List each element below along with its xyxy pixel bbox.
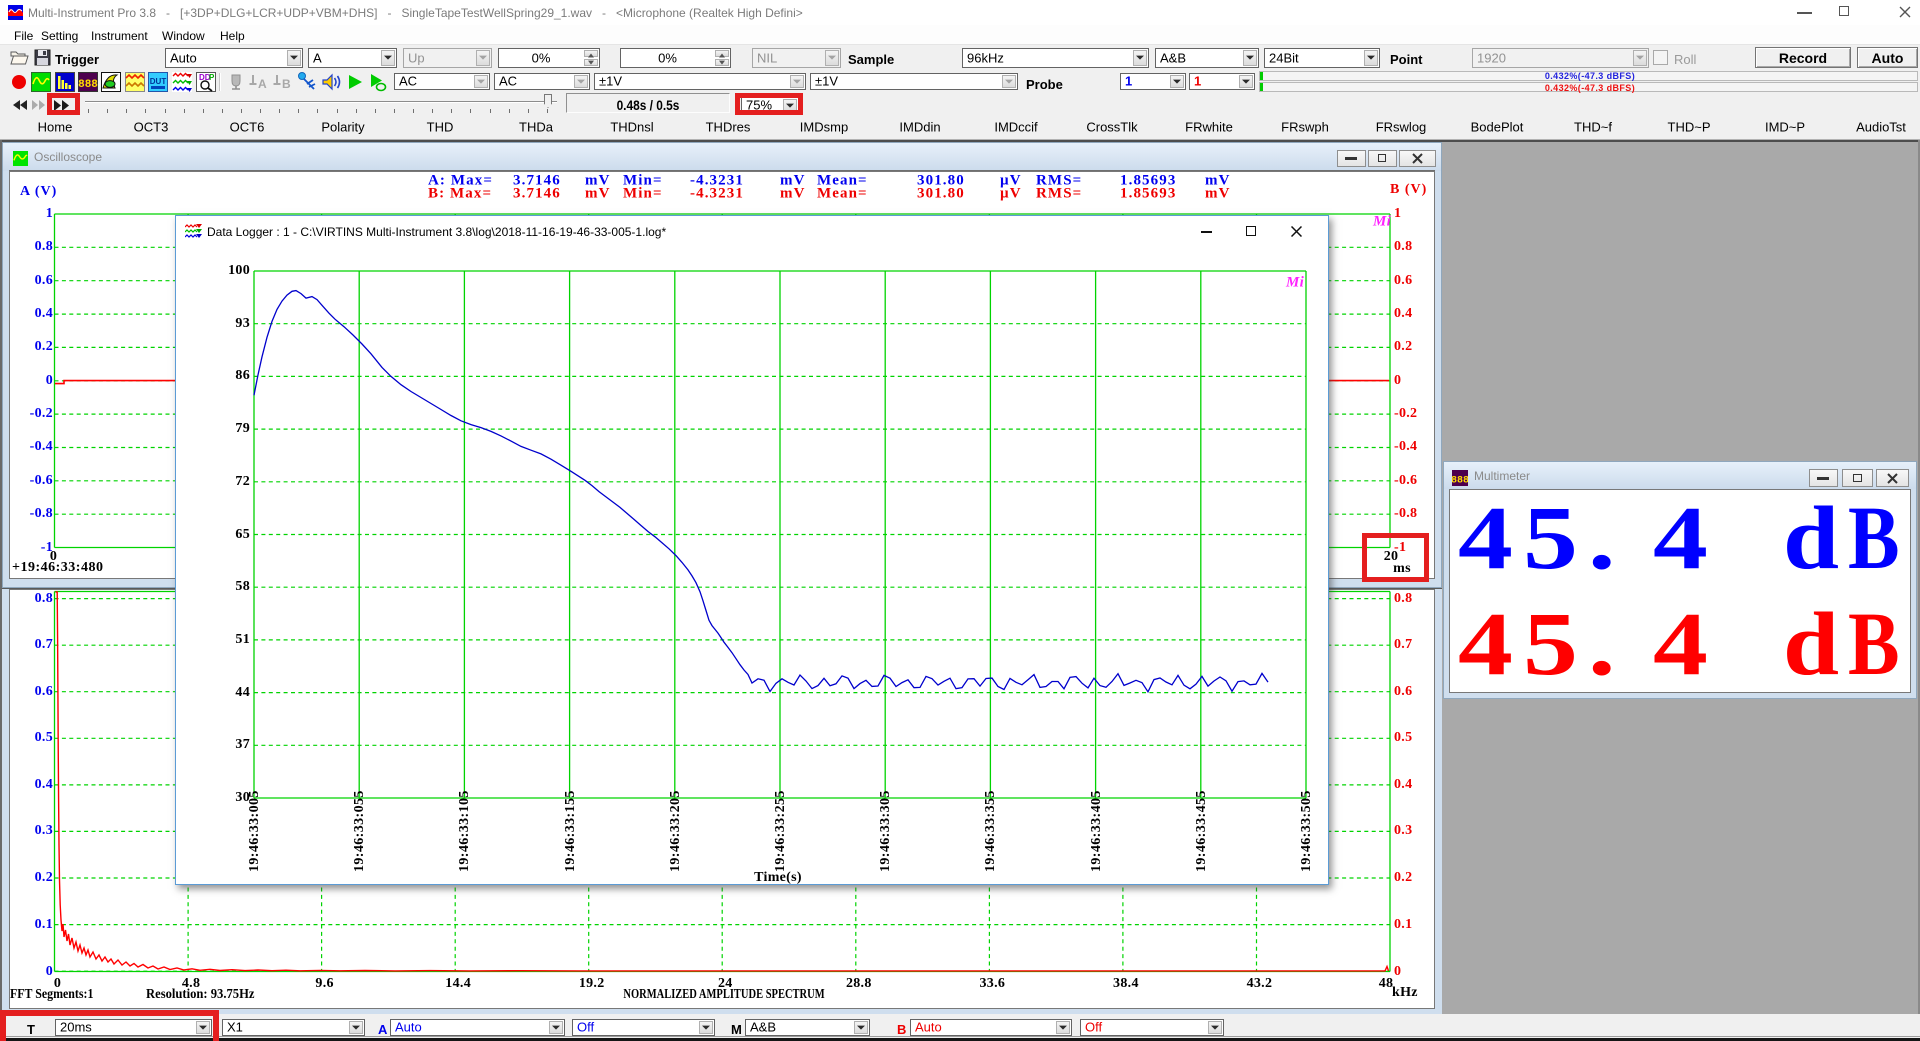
svg-text:888: 888 [78, 79, 98, 91]
svg-text:DUT: DUT [150, 77, 167, 86]
svg-text:888: 888 [1452, 476, 1468, 487]
svg-text:P: P [209, 73, 215, 82]
svg-text:A: A [258, 77, 267, 91]
svg-text:B: B [282, 77, 291, 91]
